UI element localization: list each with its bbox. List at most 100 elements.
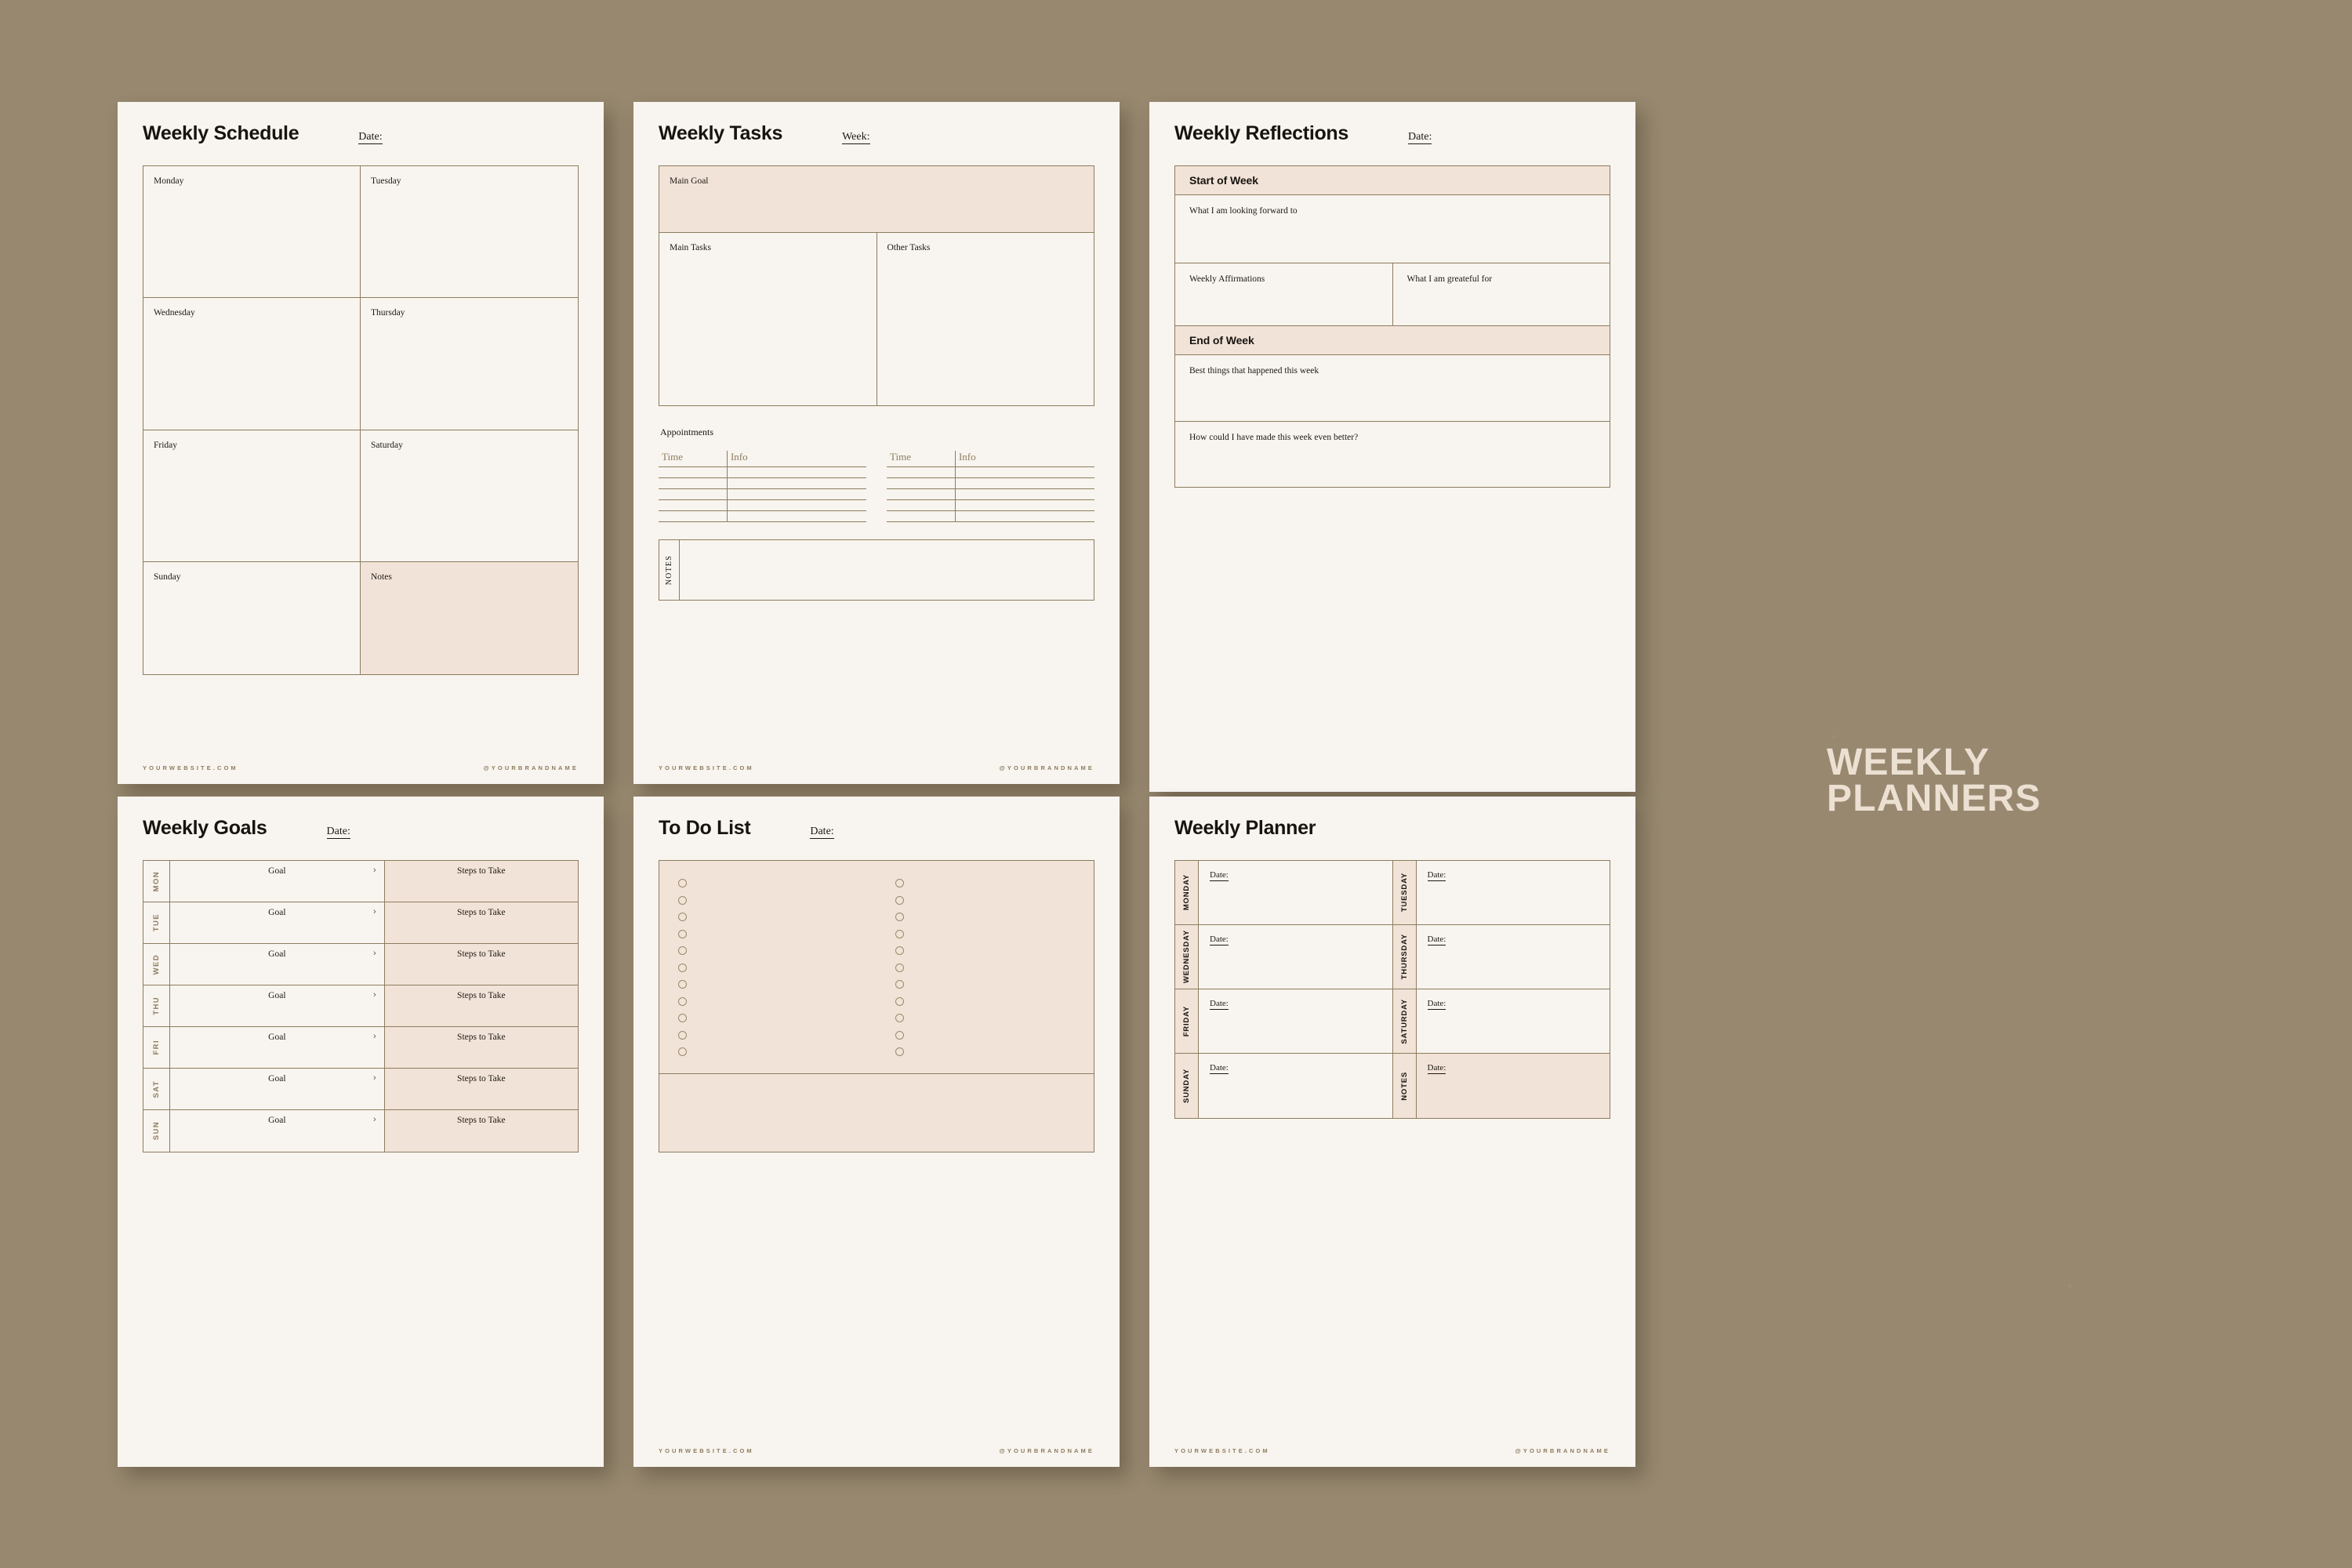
planner-day-body[interactable]: Date: bbox=[1417, 989, 1610, 1053]
appointment-time-cell[interactable] bbox=[659, 488, 728, 500]
appointment-info-cell[interactable] bbox=[954, 499, 1094, 511]
checkbox-circle-icon[interactable] bbox=[895, 963, 904, 972]
appointment-time-cell[interactable] bbox=[887, 477, 956, 489]
appointment-time-cell[interactable] bbox=[659, 510, 728, 522]
appointment-info-cell[interactable] bbox=[954, 488, 1094, 500]
appointment-time-cell[interactable] bbox=[659, 477, 728, 489]
date-field[interactable]: Date: bbox=[358, 131, 383, 144]
notes-box[interactable]: NOTES bbox=[659, 539, 1094, 601]
todo-item[interactable] bbox=[678, 1010, 877, 1027]
main-tasks-cell[interactable]: Main Tasks bbox=[659, 233, 877, 405]
checkbox-circle-icon[interactable] bbox=[678, 1047, 687, 1057]
goals-goal-cell[interactable]: Goal › bbox=[170, 944, 385, 985]
appointment-time-cell[interactable] bbox=[887, 488, 956, 500]
appointment-info-cell[interactable] bbox=[954, 510, 1094, 522]
goals-steps-cell[interactable]: Steps to Take bbox=[384, 985, 578, 1026]
appointment-row[interactable] bbox=[887, 477, 1094, 489]
todo-item[interactable] bbox=[895, 1044, 1094, 1061]
date-field[interactable]: Date: bbox=[1427, 935, 1446, 946]
weekly-tasks-card[interactable]: Weekly Tasks Week: Main Goal Main Tasks … bbox=[633, 102, 1120, 784]
checkbox-circle-icon[interactable] bbox=[678, 996, 687, 1006]
checkbox-circle-icon[interactable] bbox=[678, 879, 687, 888]
checkbox-circle-icon[interactable] bbox=[678, 913, 687, 922]
appointment-time-cell[interactable] bbox=[659, 499, 728, 511]
goals-steps-cell[interactable]: Steps to Take bbox=[384, 902, 578, 943]
checkbox-circle-icon[interactable] bbox=[895, 895, 904, 905]
todo-item[interactable] bbox=[678, 926, 877, 943]
todo-item[interactable] bbox=[895, 976, 1094, 993]
checkbox-circle-icon[interactable] bbox=[678, 895, 687, 905]
checkbox-circle-icon[interactable] bbox=[895, 996, 904, 1006]
planner-day-body[interactable]: Date: bbox=[1199, 1054, 1392, 1118]
even-better-cell[interactable]: How could I have made this week even bet… bbox=[1175, 421, 1610, 487]
appointment-info-cell[interactable] bbox=[954, 466, 1094, 478]
goals-steps-cell[interactable]: Steps to Take bbox=[384, 944, 578, 985]
planner-day-cell[interactable]: FRIDAY Date: bbox=[1175, 989, 1393, 1053]
todo-item[interactable] bbox=[895, 993, 1094, 1011]
appointments-table[interactable]: Time Info bbox=[887, 451, 1094, 522]
planner-day-cell[interactable]: TUESDAY Date: bbox=[1392, 861, 1610, 924]
appointment-info-cell[interactable] bbox=[726, 477, 866, 489]
todo-item[interactable] bbox=[678, 1044, 877, 1061]
goals-goal-cell[interactable]: Goal › bbox=[170, 1110, 385, 1152]
planner-day-cell[interactable]: SUNDAY Date: bbox=[1175, 1054, 1393, 1118]
planner-day-cell[interactable]: WEDNESDAY Date: bbox=[1175, 925, 1393, 989]
todo-item[interactable] bbox=[678, 875, 877, 892]
todo-item[interactable] bbox=[895, 960, 1094, 977]
goals-steps-cell[interactable]: Steps to Take bbox=[384, 861, 578, 902]
planner-day-body[interactable]: Date: bbox=[1417, 861, 1610, 924]
weekly-planner-card[interactable]: Weekly Planner MONDAY Date: TUESDAY Date: WE… bbox=[1149, 797, 1635, 1467]
todo-notes-area[interactable] bbox=[659, 1073, 1094, 1152]
appointment-info-cell[interactable] bbox=[726, 488, 866, 500]
todo-item[interactable] bbox=[678, 942, 877, 960]
checkbox-circle-icon[interactable] bbox=[895, 929, 904, 938]
checkbox-circle-icon[interactable] bbox=[678, 1030, 687, 1040]
goals-row[interactable]: SAT Goal › Steps to Take bbox=[143, 1069, 578, 1110]
todo-item[interactable] bbox=[678, 1027, 877, 1044]
date-field[interactable]: Date: bbox=[810, 826, 834, 839]
todo-item[interactable] bbox=[895, 909, 1094, 926]
planner-day-body[interactable]: Date: bbox=[1199, 989, 1392, 1053]
checkbox-circle-icon[interactable] bbox=[895, 1047, 904, 1057]
notes-write-area[interactable] bbox=[680, 540, 1094, 600]
goals-goal-cell[interactable]: Goal › bbox=[170, 1069, 385, 1109]
schedule-cell[interactable]: Saturday bbox=[361, 430, 578, 563]
other-tasks-cell[interactable]: Other Tasks bbox=[877, 233, 1094, 405]
goals-goal-cell[interactable]: Goal › bbox=[170, 902, 385, 943]
schedule-cell[interactable]: Tuesday bbox=[361, 166, 578, 299]
date-field[interactable]: Date: bbox=[1427, 1063, 1446, 1074]
goals-row[interactable]: THU Goal › Steps to Take bbox=[143, 985, 578, 1027]
planner-day-cell[interactable]: NOTES Date: bbox=[1392, 1054, 1610, 1118]
schedule-cell[interactable]: Monday bbox=[143, 166, 361, 299]
appointment-info-cell[interactable] bbox=[726, 499, 866, 511]
date-field[interactable]: Date: bbox=[1408, 131, 1432, 144]
schedule-cell[interactable]: Sunday bbox=[143, 562, 361, 674]
date-field[interactable]: Date: bbox=[1427, 999, 1446, 1010]
goals-row[interactable]: TUE Goal › Steps to Take bbox=[143, 902, 578, 944]
planner-day-body[interactable]: Date: bbox=[1199, 861, 1392, 924]
checkbox-circle-icon[interactable] bbox=[678, 929, 687, 938]
best-things-cell[interactable]: Best things that happened this week bbox=[1175, 355, 1610, 421]
appointment-time-cell[interactable] bbox=[887, 499, 956, 511]
todo-item[interactable] bbox=[678, 960, 877, 977]
schedule-cell[interactable]: Thursday bbox=[361, 298, 578, 430]
appointment-time-cell[interactable] bbox=[887, 510, 956, 522]
date-field[interactable]: Date: bbox=[1210, 870, 1229, 881]
appointment-row[interactable] bbox=[887, 488, 1094, 500]
goals-goal-cell[interactable]: Goal › bbox=[170, 1027, 385, 1068]
goals-goal-cell[interactable]: Goal › bbox=[170, 985, 385, 1026]
main-goal-cell[interactable]: Main Goal bbox=[659, 166, 1094, 233]
date-field[interactable]: Date: bbox=[1210, 935, 1229, 946]
planner-day-cell[interactable]: THURSDAY Date: bbox=[1392, 925, 1610, 989]
checkbox-circle-icon[interactable] bbox=[895, 879, 904, 888]
schedule-cell[interactable]: Wednesday bbox=[143, 298, 361, 430]
affirmations-cell[interactable]: Weekly Affirmations bbox=[1175, 263, 1393, 325]
schedule-cell[interactable]: Friday bbox=[143, 430, 361, 563]
goals-row[interactable]: FRI Goal › Steps to Take bbox=[143, 1027, 578, 1069]
todo-item[interactable] bbox=[895, 926, 1094, 943]
checkbox-circle-icon[interactable] bbox=[678, 963, 687, 972]
todo-item[interactable] bbox=[895, 892, 1094, 909]
week-field[interactable]: Week: bbox=[842, 131, 870, 144]
goals-steps-cell[interactable]: Steps to Take bbox=[384, 1110, 578, 1152]
date-field[interactable]: Date: bbox=[1210, 1063, 1229, 1074]
